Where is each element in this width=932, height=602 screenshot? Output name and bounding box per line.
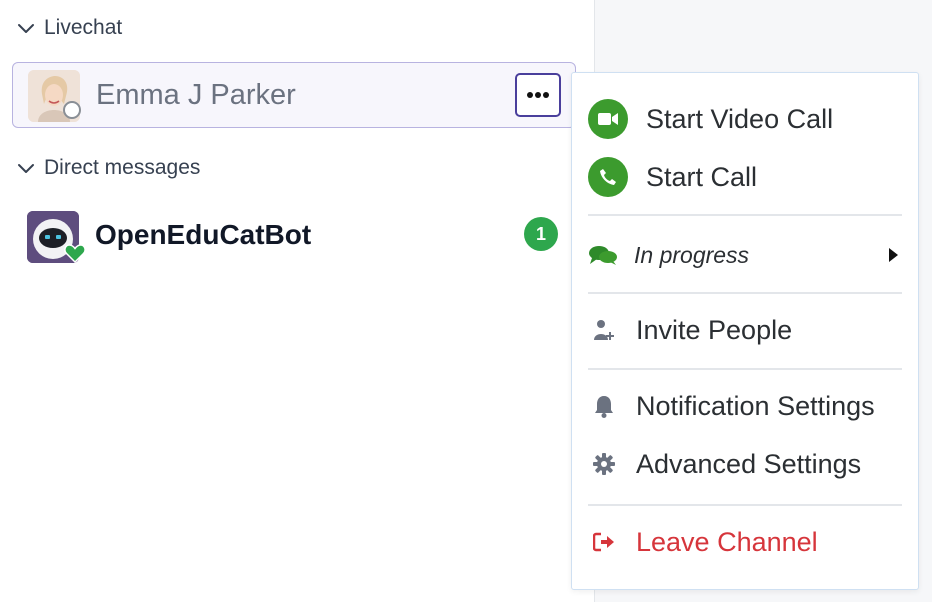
menu-divider xyxy=(588,504,902,506)
in-progress-item[interactable]: In progress xyxy=(572,235,918,275)
direct-messages-category-label: Direct messages xyxy=(44,156,201,179)
advanced-settings-item[interactable]: Advanced Settings xyxy=(572,441,918,487)
gear-icon xyxy=(592,452,616,476)
sign-out-icon xyxy=(592,530,616,554)
leave-channel-item[interactable]: Leave Channel xyxy=(572,519,918,565)
sidebar: Livechat Emma J Parker Direct messages O… xyxy=(0,0,595,602)
submenu-arrow-icon xyxy=(889,248,898,262)
start-video-call-label: Start Video Call xyxy=(646,103,834,134)
channel-name: Emma J Parker xyxy=(96,79,296,111)
phone-icon xyxy=(588,157,628,197)
direct-message-item[interactable]: OpenEduCatBot 1 xyxy=(12,205,576,271)
more-options-button[interactable] xyxy=(515,73,561,117)
channel-options-menu: Start Video Call Start Call In progress xyxy=(571,72,919,590)
livechat-category-header[interactable]: Livechat xyxy=(16,16,122,40)
channel-name: OpenEduCatBot xyxy=(95,219,312,250)
notification-settings-label: Notification Settings xyxy=(636,390,875,421)
chevron-down-icon xyxy=(18,24,34,33)
start-video-call-item[interactable]: Start Video Call xyxy=(572,95,918,143)
in-progress-label: In progress xyxy=(634,241,750,268)
chevron-down-icon xyxy=(18,164,34,173)
advanced-settings-label: Advanced Settings xyxy=(636,448,862,479)
menu-divider xyxy=(588,368,902,370)
unread-badge: 1 xyxy=(524,217,558,251)
user-plus-icon xyxy=(592,318,616,342)
start-call-label: Start Call xyxy=(646,161,758,192)
start-call-item[interactable]: Start Call xyxy=(572,153,918,201)
video-camera-icon xyxy=(588,99,628,139)
bell-icon xyxy=(592,394,616,418)
livechat-channel-item[interactable]: Emma J Parker xyxy=(12,62,576,128)
chat-bubbles-icon xyxy=(588,243,618,267)
ellipsis-icon xyxy=(527,92,549,98)
notification-settings-item[interactable]: Notification Settings xyxy=(572,383,918,429)
livechat-category-label: Livechat xyxy=(44,16,123,39)
offline-status-icon xyxy=(63,101,81,119)
online-heart-status-icon xyxy=(64,244,86,263)
menu-divider xyxy=(588,292,902,294)
menu-divider xyxy=(588,214,902,216)
leave-channel-label: Leave Channel xyxy=(636,526,818,557)
invite-people-item[interactable]: Invite People xyxy=(572,307,918,353)
invite-people-label: Invite People xyxy=(636,314,793,345)
direct-messages-category-header[interactable]: Direct messages xyxy=(16,156,200,180)
